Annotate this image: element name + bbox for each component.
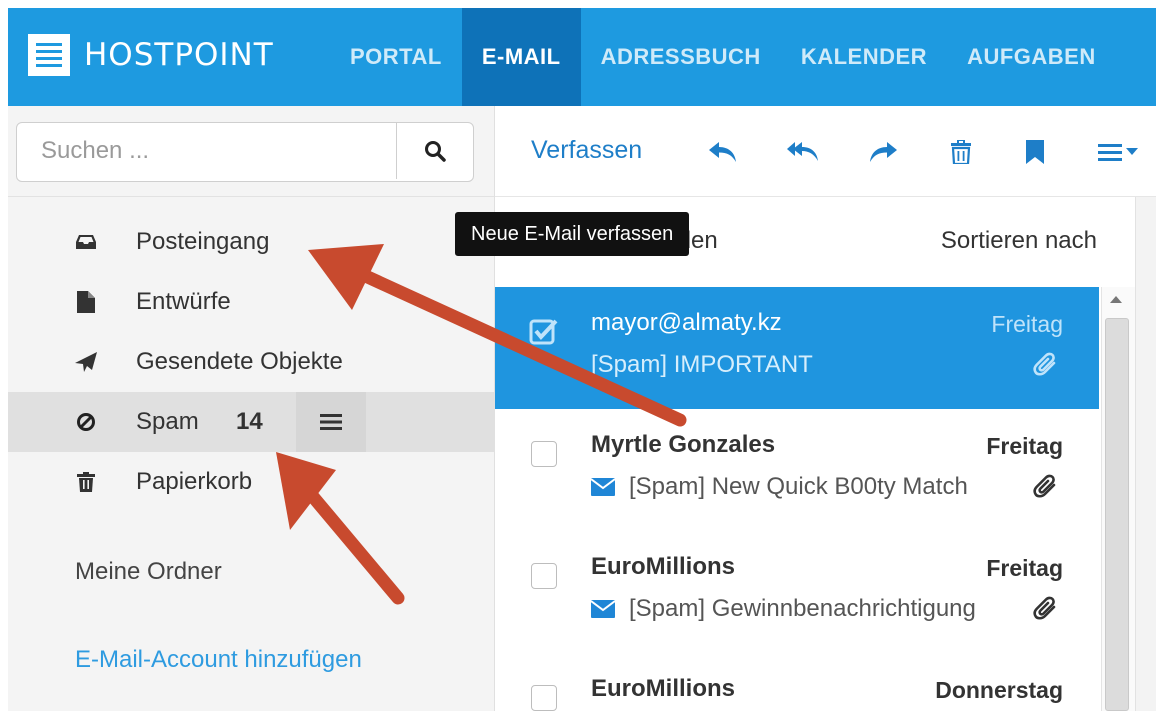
right-panel-edge [1135, 197, 1156, 711]
nav-email[interactable]: E-MAIL [461, 8, 581, 106]
message-date: Freitag [986, 433, 1063, 459]
message-date: Donnerstag [935, 677, 1063, 703]
caret-down-icon [1126, 148, 1138, 155]
checked-checkbox[interactable] [529, 317, 559, 352]
inbox-icon [74, 230, 98, 254]
sort-button[interactable]: Sortieren nach [941, 227, 1097, 255]
folder-papierkorb[interactable]: Papierkorb [8, 452, 494, 512]
more-actions-button[interactable] [1093, 138, 1143, 166]
logo-text: HOSTPOINT [84, 37, 274, 73]
hostpoint-logo[interactable]: HOSTPOINT [28, 34, 274, 76]
message-sender: Myrtle Gonzales [591, 431, 776, 458]
message-subject: [Spam] IMPORTANT [591, 351, 813, 378]
menu-icon [320, 414, 342, 430]
reply-icon [709, 142, 736, 162]
search-icon [425, 141, 446, 162]
message-checkbox[interactable] [531, 563, 557, 589]
scrollbar-thumb[interactable] [1105, 318, 1129, 711]
forward-button[interactable] [867, 138, 899, 166]
message-sender: EuroMillions [591, 553, 735, 580]
search-box [16, 122, 474, 182]
reply-all-button[interactable] [787, 138, 819, 166]
paperclip-icon [1033, 351, 1059, 382]
mark-button[interactable] [1019, 138, 1051, 166]
reply-all-icon [787, 142, 818, 161]
paper-plane-icon [74, 350, 98, 374]
envelope-icon [591, 600, 615, 618]
nav-kalender[interactable]: KALENDER [781, 8, 947, 106]
folder-label: Spam [136, 408, 199, 435]
unread-count-badge: 14 [236, 408, 263, 435]
sidebar-divider [8, 196, 494, 197]
message-date: Freitag [991, 311, 1063, 337]
message-date: Freitag [986, 555, 1063, 581]
message-sender: EuroMillions [591, 675, 735, 702]
paperclip-icon [1033, 595, 1059, 626]
bookmark-icon [1026, 140, 1044, 164]
folder-gesendete-objekte[interactable]: Gesendete Objekte [8, 332, 494, 392]
search-input[interactable] [17, 123, 427, 179]
message-checkbox[interactable] [531, 441, 557, 467]
folder-entwuerfe[interactable]: Entwürfe [8, 272, 494, 332]
message-row[interactable]: EuroMillions Donnerstag [495, 653, 1099, 711]
message-subject: [Spam] New Quick B00ty Match [629, 473, 968, 500]
sidebar: Posteingang Entwürfe Gesendete Objekte S… [8, 106, 495, 711]
search-button[interactable] [396, 123, 473, 179]
ban-icon [74, 410, 98, 434]
folder-label: Papierkorb [136, 468, 253, 495]
envelope-icon [591, 478, 615, 496]
message-checkbox[interactable] [531, 685, 557, 711]
top-bar: HOSTPOINT PORTAL E-MAIL ADRESSBUCH KALEN… [8, 8, 1156, 106]
folder-label: Gesendete Objekte [136, 348, 343, 375]
check-square-icon [529, 319, 558, 345]
delete-button[interactable] [945, 138, 977, 166]
reply-button[interactable] [707, 138, 739, 166]
message-row[interactable]: mayor@almaty.kz Freitag [Spam] IMPORTANT [495, 287, 1099, 410]
message-subject: [Spam] Gewinnbenachrichtigung [629, 595, 976, 622]
trash-icon [951, 140, 971, 164]
add-email-account-link[interactable]: E-Mail-Account hinzufügen [75, 646, 362, 674]
compose-button[interactable]: Verfassen [531, 136, 642, 165]
main-nav: PORTAL E-MAIL ADRESSBUCH KALENDER AUFGAB… [330, 8, 1116, 106]
file-icon [74, 290, 98, 314]
my-folders-heading: Meine Ordner [75, 558, 222, 585]
folder-spam[interactable]: Spam 14 [8, 392, 494, 452]
paperclip-icon [1033, 473, 1059, 504]
scroll-up-arrow-icon[interactable] [1110, 296, 1122, 303]
menu-icon [1098, 144, 1122, 161]
message-row[interactable]: EuroMillions Freitag [Spam] Gewinnbenach… [495, 531, 1099, 654]
nav-portal[interactable]: PORTAL [330, 8, 462, 106]
logo-mark-icon [28, 34, 70, 76]
folder-options-button[interactable] [296, 392, 366, 452]
compose-tooltip: Neue E-Mail verfassen [455, 212, 690, 256]
message-sender: mayor@almaty.kz [591, 309, 782, 336]
message-row[interactable]: Myrtle Gonzales Freitag [Spam] New Quick… [495, 409, 1099, 532]
forward-icon [870, 142, 897, 162]
nav-aufgaben[interactable]: AUFGABEN [947, 8, 1116, 106]
folder-posteingang[interactable]: Posteingang [8, 212, 494, 272]
mail-toolbar: Verfassen [495, 106, 1156, 197]
nav-adressbuch[interactable]: ADRESSBUCH [581, 8, 781, 106]
trash-icon [74, 470, 98, 494]
folder-label: Posteingang [136, 228, 270, 255]
message-subject-wrap: [Spam] New Quick B00ty Match [591, 473, 968, 501]
folder-label: Entwürfe [136, 288, 231, 315]
message-subject-wrap: [Spam] Gewinnbenachrichtigung [591, 595, 976, 623]
